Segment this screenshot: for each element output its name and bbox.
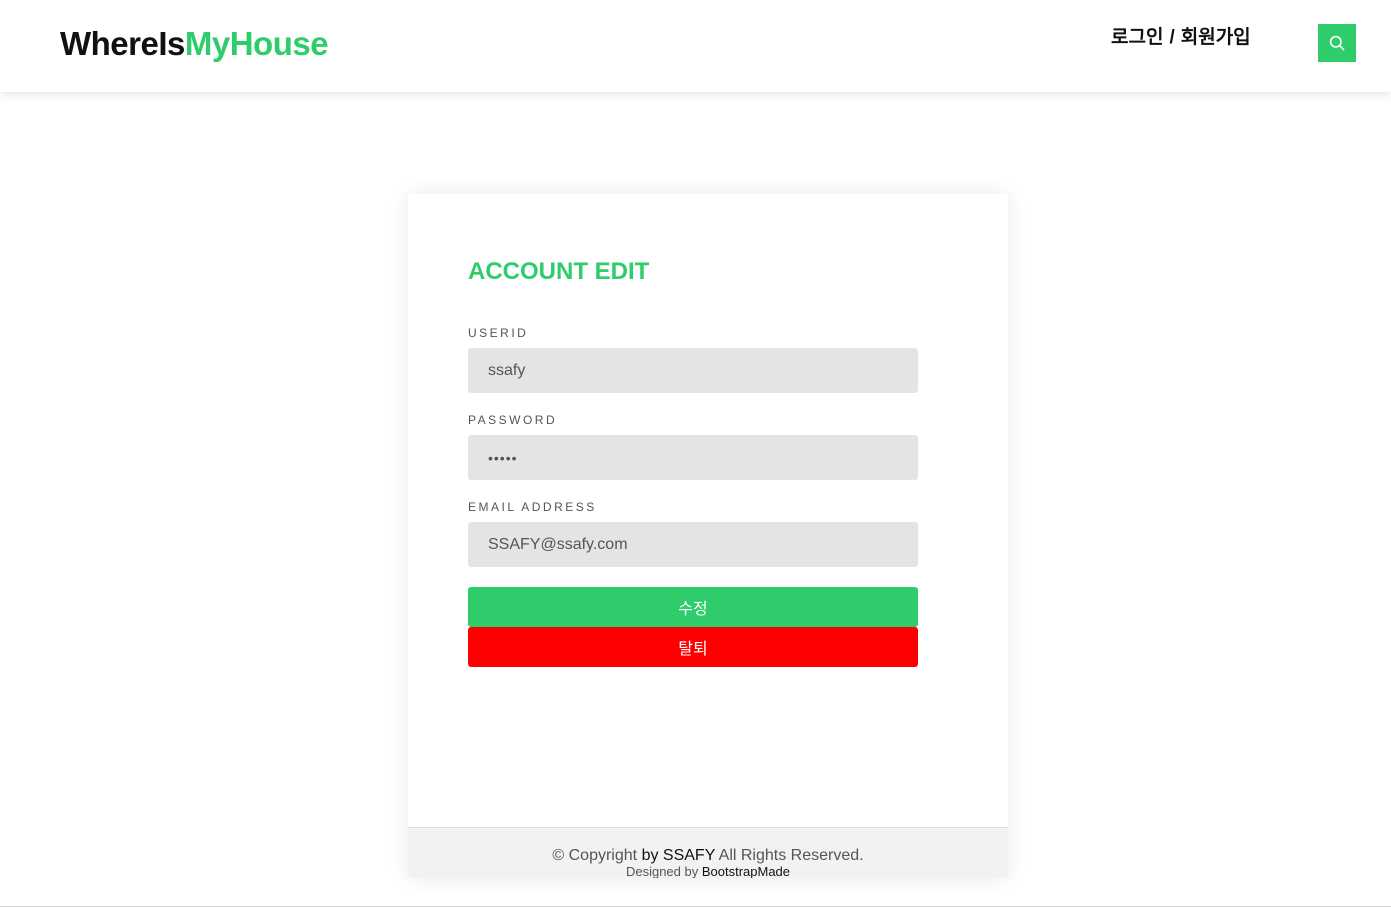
copyright-suffix: All Rights Reserved. bbox=[718, 847, 864, 864]
login-link[interactable]: 로그인 bbox=[1111, 27, 1163, 48]
withdraw-button[interactable]: 탈퇴 bbox=[468, 627, 918, 667]
credits-text: Designed by BootstrapMade bbox=[408, 864, 1008, 878]
email-label: EMAIL ADDRESS bbox=[468, 500, 597, 514]
page-divider bbox=[0, 906, 1391, 907]
password-field[interactable] bbox=[468, 435, 918, 480]
account-edit-card: ACCOUNT EDIT USERID PASSWORD EMAIL ADDRE… bbox=[408, 194, 1008, 878]
password-label: PASSWORD bbox=[468, 413, 558, 427]
card-footer: © Copyright by SSAFY All Rights Reserved… bbox=[408, 827, 1008, 878]
designed-by-label: Designed by bbox=[625, 864, 699, 878]
copyright-text: © Copyright by SSAFY All Rights Reserved… bbox=[408, 846, 1008, 866]
site-logo[interactable]: WhereIsMyHouse bbox=[60, 24, 329, 64]
logo-text-dark: WhereIs bbox=[60, 25, 185, 62]
nav-separator: / bbox=[1169, 27, 1175, 48]
email-field[interactable] bbox=[468, 522, 918, 567]
signup-link[interactable]: 회원가입 bbox=[1181, 27, 1251, 48]
userid-field[interactable] bbox=[468, 348, 918, 393]
search-icon bbox=[1329, 35, 1345, 51]
logo-text-accent: MyHouse bbox=[184, 25, 329, 62]
search-button[interactable] bbox=[1318, 24, 1356, 62]
edit-button[interactable]: 수정 bbox=[468, 587, 918, 627]
page-title: ACCOUNT EDIT bbox=[468, 258, 650, 285]
copyright-prefix: © Copyright bbox=[552, 847, 638, 864]
copyright-owner: by SSAFY bbox=[641, 847, 716, 864]
auth-nav: 로그인 / 회원가입 bbox=[1111, 26, 1251, 50]
designer-link[interactable]: BootstrapMade bbox=[702, 864, 790, 878]
userid-label: USERID bbox=[468, 326, 529, 340]
site-header: WhereIsMyHouse 로그인 / 회원가입 bbox=[0, 0, 1391, 92]
